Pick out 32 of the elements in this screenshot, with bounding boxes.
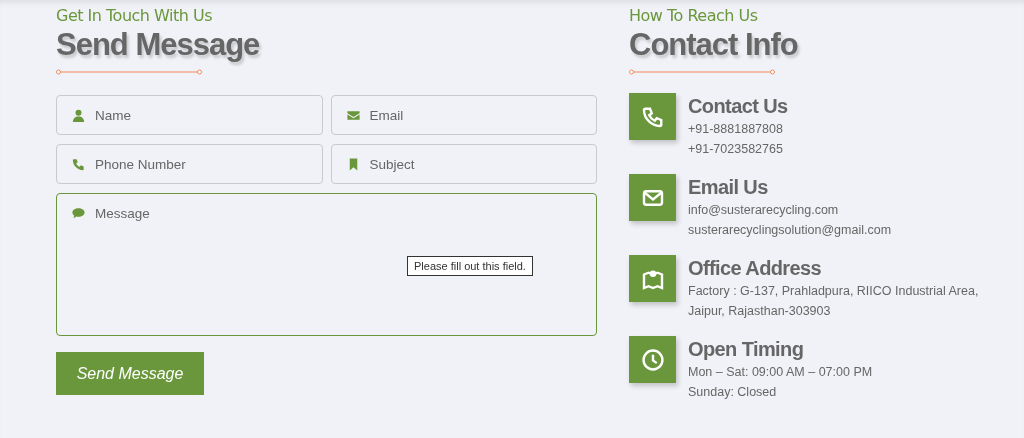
contact-detail: Sunday: Closed (688, 384, 778, 401)
input-field[interactable]: Email (330, 95, 597, 135)
placeholder-text: Subject (369, 156, 415, 172)
section-title: Contact Info (629, 27, 798, 63)
clock-icon (640, 347, 665, 372)
contact-detail: Factory : G-137, Prahladpura, RIICO Industrial Area, (688, 283, 979, 300)
person-icon (71, 107, 86, 123)
contact-heading: Email Us (688, 175, 769, 200)
section-title: Send Message (56, 27, 260, 63)
input-field[interactable]: Subject (330, 144, 597, 184)
input-field[interactable]: Phone Number (56, 144, 323, 184)
section-eyebrow: Get In Touch With Us (56, 6, 212, 25)
placeholder-text: Name (95, 107, 131, 123)
input-field[interactable]: Name (56, 95, 323, 135)
placeholder-text: Email (369, 107, 404, 123)
placeholder-text: Message (95, 206, 150, 221)
contact-heading: Office Address (688, 256, 823, 281)
message-field[interactable]: Message Please fill out this field. (56, 193, 597, 336)
chat-icon (71, 206, 86, 221)
send-message-button[interactable]: Send Message (56, 352, 204, 395)
section-eyebrow: How To Reach Us (629, 6, 758, 25)
contact-heading: Open Timing (688, 337, 805, 362)
contact-detail: +91-8881887808 (688, 121, 784, 138)
contact-detail: Mon – Sat: 09:00 AM – 07:00 PM (688, 364, 873, 381)
validation-tooltip: Please fill out this field. (407, 256, 533, 276)
contact-heading: Contact Us (688, 94, 788, 119)
contact-detail: +91-7023582765 (688, 141, 784, 158)
contact-detail: susterarecyclingsolution@gmail.com (688, 222, 892, 239)
contact-detail: Jaipur, Rajasthan-303903 (688, 303, 832, 320)
phone-icon (71, 156, 86, 172)
placeholder-text: Phone Number (95, 156, 186, 172)
contact-detail: info@susterarecycling.com (688, 202, 840, 219)
